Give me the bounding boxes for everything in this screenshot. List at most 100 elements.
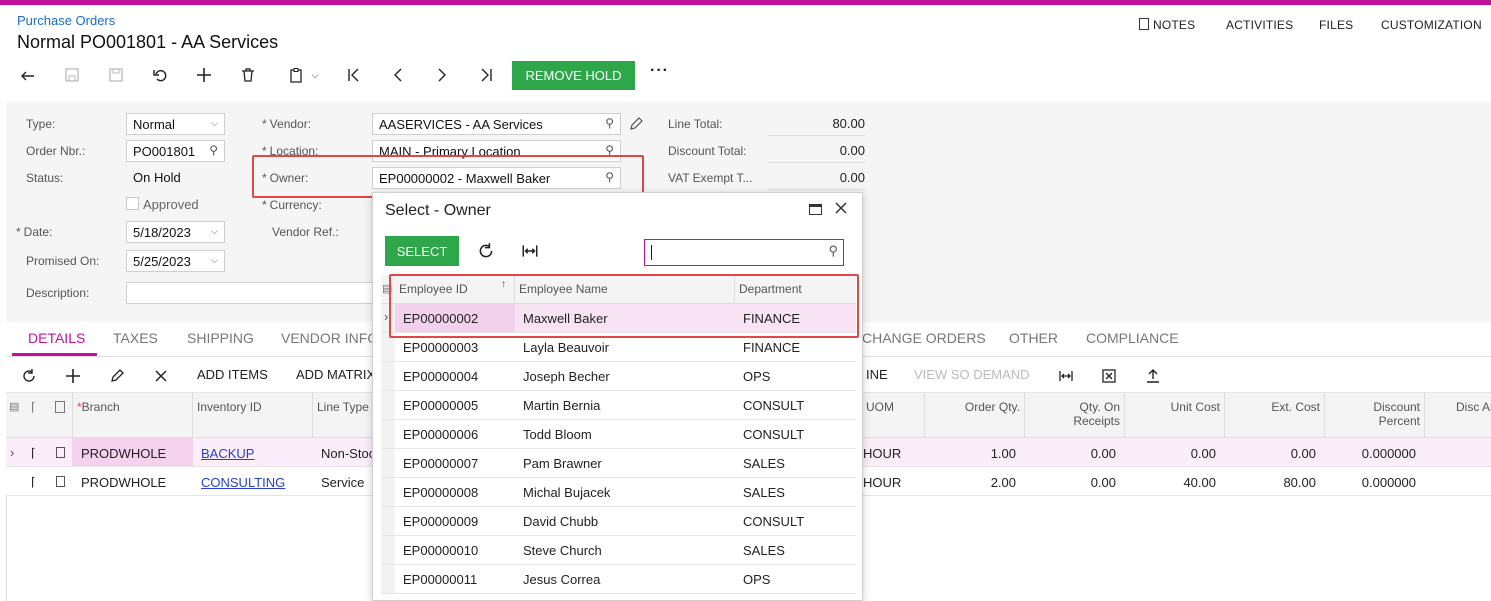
tab-other[interactable]: OTHER: [1009, 330, 1058, 346]
previous-record-button[interactable]: [387, 64, 409, 86]
attachment-icon: ⌈: [31, 400, 36, 414]
files-link[interactable]: FILES: [1319, 18, 1353, 32]
add-row-button[interactable]: [63, 366, 83, 386]
next-record-button[interactable]: [431, 64, 453, 86]
employee-name: Steve Church: [523, 543, 602, 558]
view-so-demand-button[interactable]: VIEW SO DEMAND: [914, 367, 1030, 382]
cell-unit-cost[interactable]: 0.00: [1136, 446, 1216, 461]
cell-inventory-link[interactable]: CONSULTING: [201, 475, 285, 490]
col-discount-percent[interactable]: Discount Percent: [1340, 400, 1420, 428]
cell-line-type[interactable]: Service: [321, 475, 364, 490]
col-ext-cost[interactable]: Ext. Cost: [1230, 400, 1320, 414]
notes-link[interactable]: NOTES: [1139, 18, 1195, 32]
list-item[interactable]: EP00000007 Pam Brawner SALES: [381, 449, 856, 478]
customization-link[interactable]: CUSTOMIZATION: [1381, 18, 1482, 32]
currency-label: * Currency:: [262, 198, 322, 212]
vendor-field[interactable]: AASERVICES - AA Services ⚲: [372, 113, 621, 135]
cell-inventory-link[interactable]: BACKUP: [201, 446, 254, 461]
cell-qty-receipts[interactable]: 0.00: [1036, 446, 1116, 461]
date-field[interactable]: 5/18/2023 ⌵: [126, 221, 225, 243]
cell-order-qty[interactable]: 1.00: [936, 446, 1016, 461]
employee-name: Michal Bujacek: [523, 485, 611, 500]
order-nbr-field[interactable]: PO001801 ⚲: [126, 140, 225, 162]
employee-name: Martin Bernia: [523, 398, 601, 413]
breadcrumb[interactable]: Purchase Orders: [17, 13, 115, 28]
col-uom[interactable]: UOM: [866, 400, 894, 414]
cell-branch[interactable]: PRODWHOLE: [81, 475, 166, 490]
tab-compliance[interactable]: COMPLIANCE: [1086, 330, 1179, 346]
col-line-type[interactable]: Line Type: [317, 400, 369, 414]
tab-change-orders[interactable]: CHANGE ORDERS: [862, 330, 986, 346]
cell-branch[interactable]: PRODWHOLE: [81, 446, 166, 461]
tab-shipping[interactable]: SHIPPING: [187, 330, 254, 346]
cell-uom[interactable]: HOUR: [863, 446, 901, 461]
back-button[interactable]: [17, 64, 39, 86]
employee-name: David Chubb: [523, 514, 599, 529]
cell-qty-receipts[interactable]: 0.00: [1036, 475, 1116, 490]
approved-checkbox[interactable]: [126, 197, 139, 210]
tab-vendor-info[interactable]: VENDOR INFO: [281, 330, 378, 346]
remove-hold-button[interactable]: REMOVE HOLD: [512, 61, 635, 90]
lookup-search-input[interactable]: ⚲: [644, 239, 844, 266]
list-item[interactable]: EP00000009 David Chubb CONSULT: [381, 507, 856, 536]
employee-name: Pam Brawner: [523, 456, 602, 471]
col-unit-cost[interactable]: Unit Cost: [1130, 400, 1220, 414]
add-button[interactable]: [193, 64, 215, 86]
save-close-button[interactable]: [61, 64, 83, 86]
list-item[interactable]: EP00000004 Joseph Becher OPS: [381, 362, 856, 391]
list-item[interactable]: EP00000010 Steve Church SALES: [381, 536, 856, 565]
maximize-icon[interactable]: [809, 204, 822, 215]
copy-paste-button[interactable]: ⌵: [281, 64, 325, 86]
type-select[interactable]: Normal ⌵: [126, 113, 225, 135]
fit-columns-button[interactable]: [1056, 366, 1076, 386]
close-dialog-button[interactable]: [833, 200, 849, 216]
col-inventory-id[interactable]: Inventory ID: [197, 400, 262, 414]
save-button[interactable]: [105, 64, 127, 86]
undo-button[interactable]: [149, 64, 171, 86]
tab-taxes[interactable]: TAXES: [113, 330, 158, 346]
add-items-button[interactable]: ADD ITEMS: [197, 367, 268, 382]
line-button[interactable]: INE: [866, 367, 888, 382]
list-item[interactable]: EP00000011 Jesus Correa OPS: [381, 565, 856, 594]
cell-ext-cost[interactable]: 80.00: [1236, 475, 1316, 490]
chevron-down-icon: ⌵: [311, 69, 319, 80]
col-order-qty[interactable]: Order Qty.: [940, 400, 1020, 414]
col-branch[interactable]: *Branch: [77, 400, 120, 414]
col-qty-receipts[interactable]: Qty. On Receipts: [1040, 400, 1120, 428]
refresh-lookup-button[interactable]: [477, 242, 495, 260]
tab-details[interactable]: DETAILS: [28, 330, 85, 346]
export-excel-button[interactable]: [1099, 366, 1119, 386]
description-field[interactable]: [126, 282, 374, 304]
last-record-button[interactable]: [475, 64, 497, 86]
cell-discount-percent[interactable]: 0.000000: [1336, 446, 1416, 461]
upload-button[interactable]: [1143, 366, 1163, 386]
row-gutter: [381, 420, 395, 448]
pencil-icon: [630, 117, 643, 130]
col-disc-amt[interactable]: Disc Am: [1440, 400, 1491, 414]
list-item[interactable]: EP00000006 Todd Bloom CONSULT: [381, 420, 856, 449]
status-value: On Hold: [133, 170, 181, 185]
fit-columns-button[interactable]: [521, 242, 539, 260]
refresh-grid-button[interactable]: [19, 366, 39, 386]
vat-exempt-value: 0.00: [768, 170, 865, 190]
delete-button[interactable]: [237, 64, 259, 86]
cell-uom[interactable]: HOUR: [863, 475, 901, 490]
edit-vendor-button[interactable]: [628, 116, 644, 132]
promised-on-field[interactable]: 5/25/2023 ⌵: [126, 250, 225, 272]
edit-row-button[interactable]: [107, 366, 127, 386]
more-menu-button[interactable]: ···: [650, 62, 669, 80]
delete-row-button[interactable]: [151, 366, 171, 386]
list-item[interactable]: EP00000005 Martin Bernia CONSULT: [381, 391, 856, 420]
search-icon: ⚲: [605, 116, 614, 130]
cell-discount-percent[interactable]: 0.000000: [1336, 475, 1416, 490]
select-button[interactable]: SELECT: [385, 236, 459, 266]
cell-line-type[interactable]: Non-Stoc: [321, 446, 375, 461]
order-nbr-label: Order Nbr.:: [26, 144, 86, 158]
cell-order-qty[interactable]: 2.00: [936, 475, 1016, 490]
activities-link[interactable]: ACTIVITIES: [1226, 18, 1293, 32]
list-item[interactable]: EP00000008 Michal Bujacek SALES: [381, 478, 856, 507]
first-record-button[interactable]: [343, 64, 365, 86]
add-matrix-button[interactable]: ADD MATRIX: [296, 367, 375, 382]
cell-unit-cost[interactable]: 40.00: [1136, 475, 1216, 490]
cell-ext-cost[interactable]: 0.00: [1236, 446, 1316, 461]
